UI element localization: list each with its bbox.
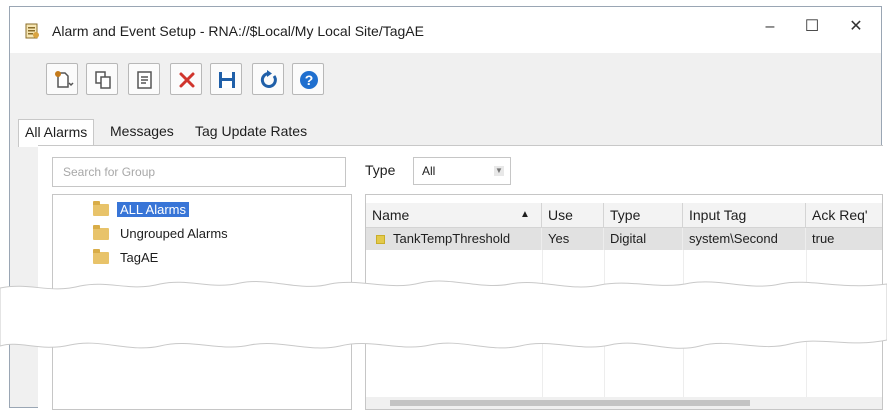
column-header-use[interactable]: Use — [542, 203, 604, 227]
help-icon: ? — [300, 71, 318, 89]
tab-label: All Alarms — [25, 124, 88, 140]
column-header-name[interactable]: Name ▲ — [366, 203, 542, 227]
delete-button[interactable] — [170, 63, 202, 95]
window-title: Alarm and Event Setup - RNA://$Local/My … — [52, 23, 424, 39]
tab-all-alarms[interactable]: All Alarms — [18, 119, 95, 147]
tab-tag-update-rates[interactable]: Tag Update Rates — [189, 119, 313, 145]
maximize-icon: ☐ — [804, 18, 820, 35]
column-header-input-tag[interactable]: Input Tag — [683, 203, 806, 227]
tab-messages[interactable]: Messages — [104, 119, 180, 145]
delete-icon — [179, 72, 195, 88]
horizontal-scrollbar[interactable] — [366, 397, 882, 409]
column-header-ack-req[interactable]: Ack Req' — [806, 203, 882, 227]
cell-type: Digital — [604, 228, 683, 250]
type-filter-select[interactable]: All ▼ — [413, 157, 511, 185]
cell-input-tag: system\Second — [683, 228, 806, 250]
type-filter-value: All — [422, 164, 436, 178]
torn-paper-overlay — [0, 280, 887, 349]
copy-icon — [95, 71, 111, 89]
type-filter-label: Type — [365, 162, 396, 178]
column-header-label: Name — [372, 207, 410, 223]
alarm-setup-app-icon — [25, 23, 39, 39]
column-header-label: Use — [548, 207, 573, 223]
maximize-button[interactable]: ☐ — [792, 15, 832, 39]
tree-item-label: Ungrouped Alarms — [120, 226, 228, 241]
chevron-down-icon: ▼ — [494, 166, 504, 176]
close-button[interactable]: ✕ — [836, 15, 876, 39]
folder-icon — [93, 201, 109, 216]
properties-icon — [137, 71, 152, 89]
scrollbar-thumb[interactable] — [390, 400, 750, 406]
new-dropdown-icon — [55, 71, 74, 88]
new-button[interactable] — [46, 63, 78, 95]
refresh-icon — [260, 70, 277, 88]
tab-label: Messages — [110, 123, 174, 139]
search-group-input[interactable]: Search for Group — [52, 157, 346, 187]
cell-name-text: TankTempThreshold — [393, 231, 511, 246]
column-header-label: Type — [610, 207, 641, 223]
folder-icon — [93, 249, 109, 264]
tree-item-label: TagAE — [120, 250, 159, 265]
tree-item-label: ALL Alarms — [117, 202, 189, 217]
tab-label: Tag Update Rates — [195, 123, 308, 139]
cell-ack-req: true — [812, 231, 835, 246]
cell-use: Yes — [542, 228, 604, 250]
minimize-icon: – — [765, 18, 775, 35]
grid-header: Name ▲ Use Type Input Tag Ack Req' — [366, 203, 882, 228]
alarm-status-icon — [376, 235, 385, 245]
refresh-button[interactable] — [252, 63, 284, 95]
title-bar: Alarm and Event Setup - RNA://$Local/My … — [10, 7, 881, 53]
column-header-type[interactable]: Type — [604, 203, 683, 227]
properties-button[interactable] — [128, 63, 160, 95]
save-button[interactable] — [210, 63, 242, 95]
help-button[interactable]: ? — [292, 63, 324, 95]
close-icon: ✕ — [849, 18, 863, 35]
save-icon — [219, 72, 235, 88]
cell-name: TankTempThreshold — [366, 228, 542, 250]
table-row[interactable]: TankTempThreshold Yes Digital system\Sec… — [366, 228, 882, 250]
folder-icon — [93, 225, 109, 240]
column-header-label: Input Tag — [689, 207, 747, 223]
copy-button[interactable] — [86, 63, 118, 95]
sort-ascending-icon: ▲ — [520, 209, 530, 220]
minimize-button[interactable]: – — [750, 15, 790, 39]
svg-text:?: ? — [305, 72, 314, 88]
column-header-label: Ack Req' — [812, 207, 868, 223]
